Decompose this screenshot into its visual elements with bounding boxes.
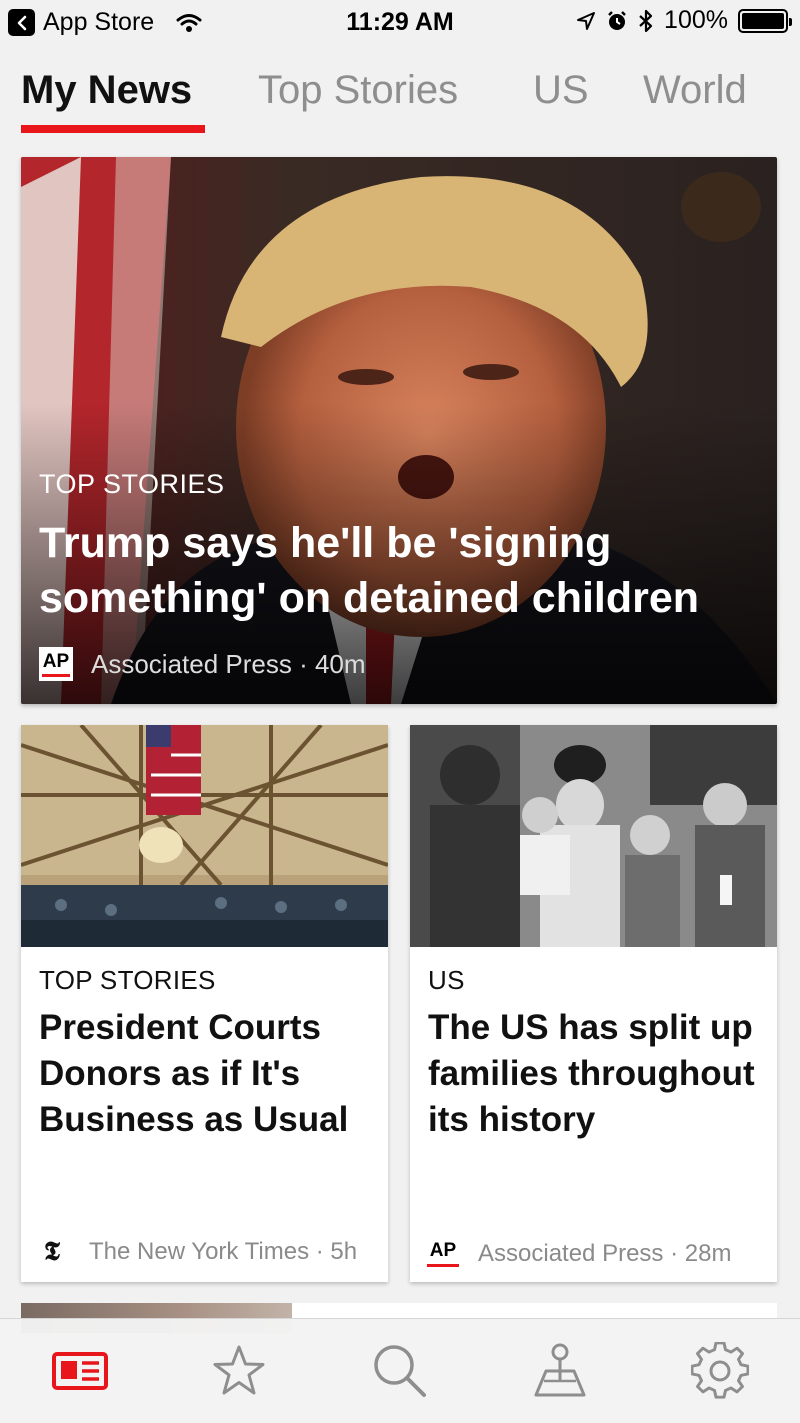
location-arrow-icon: [576, 11, 596, 31]
ap-logo-icon: AP: [426, 1237, 460, 1271]
tab-world[interactable]: World: [643, 68, 747, 113]
star-icon[interactable]: [209, 1341, 269, 1401]
status-bar: App Store 11:29 AM 100%: [0, 0, 800, 44]
card-category: US: [428, 965, 465, 995]
section-tabs: My News Top Stories US World: [0, 62, 800, 136]
battery-percent: 100%: [664, 6, 728, 34]
hero-source-label: Associated Press · 40m: [91, 648, 366, 679]
hero-headline[interactable]: Trump says he'll be 'signing something' …: [39, 516, 759, 626]
nyt-logo-icon: 𝕿: [44, 1237, 60, 1267]
alarm-icon: [606, 10, 628, 32]
story-card[interactable]: US The US has split up families througho…: [410, 725, 777, 1282]
story-card[interactable]: TOP STORIES President Courts Donors as i…: [21, 725, 388, 1282]
card-source: 𝕿 The New York Times · 5h: [37, 1237, 378, 1267]
atrium-photo: [21, 725, 388, 947]
ap-logo-icon: AP: [39, 647, 73, 681]
card-category: TOP STORIES: [39, 965, 216, 995]
historical-photo: [410, 725, 777, 947]
hero-story-card[interactable]: TOP STORIES Trump says he'll be 'signing…: [21, 157, 777, 704]
map-pin-icon[interactable]: [530, 1341, 590, 1401]
hero-source: AP Associated Press · 40m: [39, 647, 366, 681]
card-source: AP Associated Press · 28m: [426, 1237, 767, 1271]
bottom-tab-bar: [0, 1318, 800, 1423]
card-source-label: The New York Times · 5h: [89, 1238, 358, 1265]
tab-my-news[interactable]: My News: [21, 68, 192, 113]
search-icon[interactable]: [370, 1341, 430, 1401]
gear-icon[interactable]: [690, 1341, 750, 1401]
battery-icon: [738, 8, 792, 33]
hero-category: TOP STORIES: [39, 469, 225, 499]
bluetooth-icon: [638, 9, 654, 33]
card-source-label: Associated Press · 28m: [478, 1240, 732, 1267]
active-tab-indicator: [21, 125, 205, 133]
tab-us[interactable]: US: [533, 68, 589, 113]
news-icon[interactable]: [50, 1341, 110, 1401]
card-headline[interactable]: The US has split up families throughout …: [428, 1005, 765, 1143]
tab-top-stories[interactable]: Top Stories: [258, 68, 458, 113]
card-headline[interactable]: President Courts Donors as if It's Busin…: [39, 1005, 376, 1143]
